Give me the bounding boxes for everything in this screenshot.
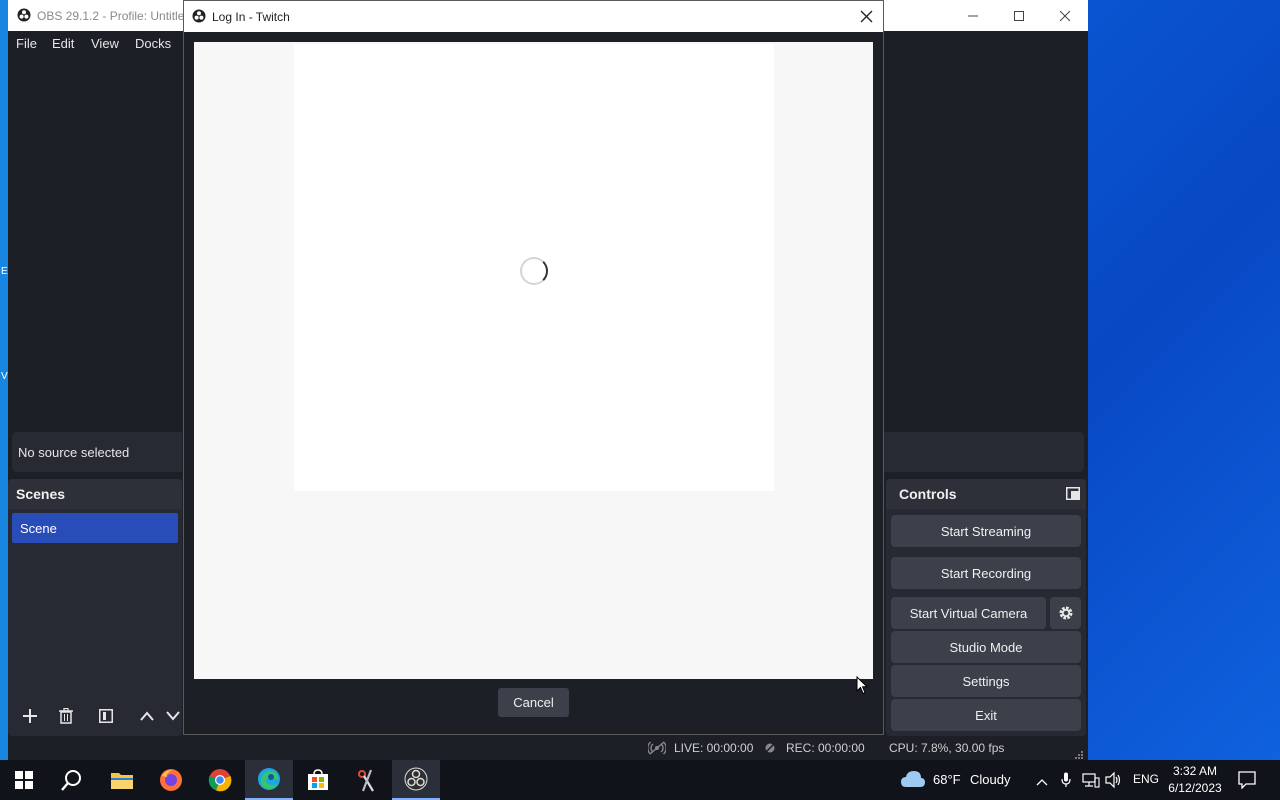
gear-icon (1059, 606, 1072, 620)
network-icon[interactable] (1082, 772, 1100, 791)
record-icon (763, 741, 777, 757)
chevron-down-icon (166, 711, 180, 721)
scissors-icon (358, 769, 374, 792)
login-webview[interactable] (194, 42, 873, 679)
move-scene-up-button[interactable] (133, 703, 161, 729)
windows-logo-icon (15, 771, 33, 789)
login-card (294, 44, 774, 491)
trash-icon (59, 708, 73, 724)
scene-filters-button[interactable] (92, 703, 120, 729)
taskbar-obs[interactable] (392, 760, 440, 800)
taskbar-store[interactable] (294, 760, 342, 800)
scenes-dock: Scenes Scene (8, 479, 182, 736)
cancel-button[interactable]: Cancel (498, 688, 569, 717)
controls-dock-header: Controls (886, 479, 1086, 509)
scenes-dock-header: Scenes (8, 479, 182, 509)
microphone-icon[interactable] (1061, 772, 1071, 791)
source-toolbar-right (884, 432, 1084, 472)
start-recording-button[interactable]: Start Recording (891, 557, 1081, 589)
weather-temp[interactable]: 68°F (933, 772, 961, 787)
controls-dock: Controls Start Streaming Start Recording… (886, 479, 1086, 736)
menu-edit[interactable]: Edit (52, 36, 74, 51)
taskbar-file-explorer[interactable] (98, 760, 146, 800)
volume-icon[interactable] (1105, 771, 1123, 791)
virtual-camera-settings-button[interactable] (1050, 597, 1081, 629)
taskbar-chrome[interactable] (196, 760, 244, 800)
dialog-titlebar: Log In - Twitch (184, 1, 883, 32)
preview-area (8, 57, 182, 429)
system-clock[interactable]: 3:32 AM 6/12/2023 (1156, 763, 1234, 797)
taskbar-edge[interactable] (245, 760, 293, 800)
twitch-login-dialog: Log In - Twitch Cancel (183, 0, 884, 735)
scenes-toolbar (12, 700, 182, 732)
obs-logo-icon (17, 8, 31, 25)
loading-spinner-icon (520, 257, 548, 285)
controls-dock-title: Controls (899, 486, 957, 502)
start-virtual-camera-button[interactable]: Start Virtual Camera (891, 597, 1046, 629)
maximize-icon (1014, 10, 1024, 21)
taskbar: 68°F Cloudy ENG 3:32 AM 6/12/2023 (0, 760, 1280, 800)
rec-time-text: REC: 00:00:00 (786, 741, 865, 755)
cpu-fps-text: CPU: 7.8%, 30.00 fps (889, 741, 1005, 755)
close-icon (860, 10, 872, 23)
weather-desc[interactable]: Cloudy (970, 772, 1010, 787)
obs-logo-icon (192, 9, 206, 26)
maximize-button[interactable] (996, 0, 1042, 31)
chevron-up-icon (140, 711, 154, 721)
menu-docks[interactable]: Docks (135, 36, 171, 51)
scenes-dock-title: Scenes (16, 486, 66, 502)
search-icon (61, 770, 81, 791)
start-streaming-button[interactable]: Start Streaming (891, 515, 1081, 547)
desktop-icon-label-fragment: V (1, 371, 8, 382)
close-button[interactable] (1042, 0, 1088, 31)
undock-icon[interactable] (1066, 487, 1080, 503)
menu-file[interactable]: File (16, 36, 37, 51)
dialog-title: Log In - Twitch (212, 10, 290, 24)
minimize-button[interactable] (950, 0, 996, 31)
minimize-icon (968, 15, 978, 16)
mouse-cursor-icon (856, 675, 869, 698)
broadcast-icon (647, 741, 667, 758)
move-scene-down-button[interactable] (166, 703, 182, 729)
no-source-label: No source selected (18, 445, 130, 460)
add-scene-button[interactable] (16, 703, 44, 729)
settings-button[interactable]: Settings (891, 665, 1081, 697)
taskbar-snipping-tool[interactable] (343, 760, 391, 800)
store-icon (308, 769, 328, 790)
scene-list-item[interactable]: Scene (12, 513, 178, 543)
preview-area-right (884, 57, 1088, 429)
notification-center-icon[interactable] (1238, 771, 1256, 792)
desktop-left-edge: E V (0, 0, 8, 760)
taskbar-firefox[interactable] (147, 760, 195, 800)
status-bar: LIVE: 00:00:00 REC: 00:00:00 CPU: 7.8%, … (8, 736, 1088, 760)
plus-icon (23, 709, 37, 723)
chrome-icon (208, 769, 232, 792)
chevron-up-icon[interactable] (1036, 774, 1048, 789)
exit-button[interactable]: Exit (891, 699, 1081, 731)
source-toolbar: No source selected (12, 432, 182, 472)
obs-logo-icon (404, 767, 428, 791)
weather-cloud-icon[interactable] (900, 770, 926, 791)
clock-date: 6/12/2023 (1168, 781, 1222, 795)
live-time-text: LIVE: 00:00:00 (674, 741, 754, 755)
folder-icon (111, 773, 133, 789)
firefox-icon (160, 769, 182, 791)
menu-view[interactable]: View (91, 36, 119, 51)
clock-time: 3:32 AM (1172, 764, 1218, 778)
start-button[interactable] (0, 760, 48, 800)
dialog-close-button[interactable] (849, 1, 883, 32)
search-button[interactable] (48, 760, 96, 800)
edge-icon (258, 768, 280, 790)
remove-scene-button[interactable] (52, 703, 80, 729)
studio-mode-button[interactable]: Studio Mode (891, 631, 1081, 663)
obs-window-title: OBS 29.1.2 - Profile: Untitled (37, 9, 192, 23)
scene-item-label: Scene (20, 521, 57, 536)
close-icon (1059, 10, 1071, 21)
desktop-icon-label-fragment: E (1, 266, 8, 277)
filter-icon (99, 709, 113, 723)
